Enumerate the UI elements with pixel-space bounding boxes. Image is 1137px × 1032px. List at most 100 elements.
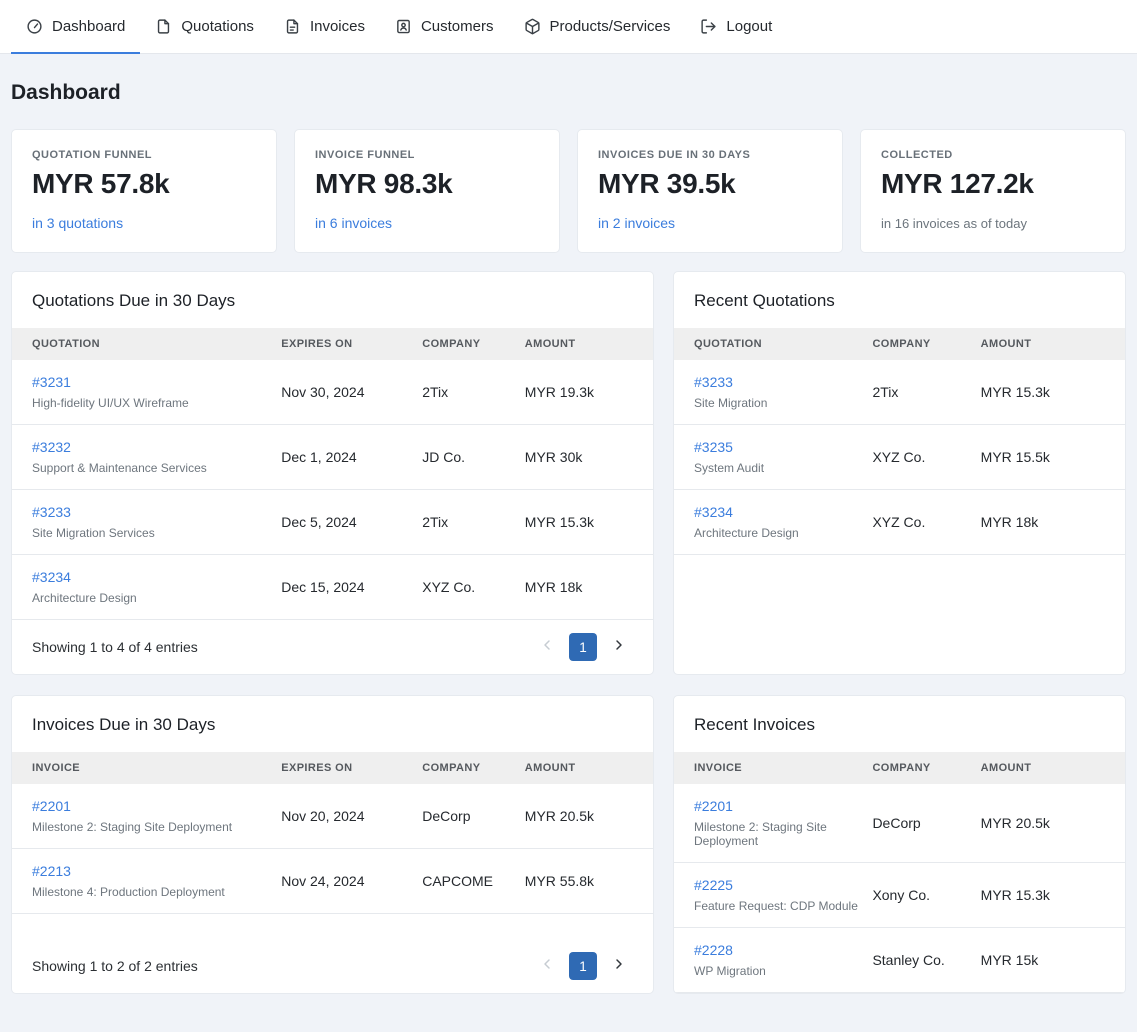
quotation-cell: #3234 Architecture Design <box>12 554 282 620</box>
pagination: 1 <box>533 952 633 980</box>
quotation-link[interactable]: #3231 <box>32 374 71 390</box>
expires-cell: Nov 24, 2024 <box>281 848 423 914</box>
table-row: #3231 High-fidelity UI/UX Wireframe Nov … <box>12 360 653 425</box>
company-cell: XYZ Co. <box>872 424 981 490</box>
quotation-link[interactable]: #3234 <box>694 504 733 520</box>
table-row: #2225 Feature Request: CDP Module Xony C… <box>674 862 1125 928</box>
stat-sublink[interactable]: in 3 quotations <box>32 215 123 231</box>
quotation-description: System Audit <box>694 461 765 475</box>
invoice-file-icon <box>284 18 301 35</box>
quotation-link[interactable]: #3234 <box>32 569 71 585</box>
pagination-prev-button[interactable] <box>533 952 561 980</box>
quotation-link[interactable]: #3232 <box>32 439 71 455</box>
quotation-link[interactable]: #3233 <box>32 504 71 520</box>
table-row: #3233 Site Migration 2Tix MYR 15.3k <box>674 360 1125 425</box>
invoices-due-table: INVOICE EXPIRES ON COMPANY AMOUNT #2201 … <box>12 752 653 914</box>
nav-item-dashboard[interactable]: Dashboard <box>11 0 141 54</box>
stat-sublink[interactable]: in 2 invoices <box>598 215 675 231</box>
quotation-description: Architecture Design <box>694 526 799 540</box>
column-header-invoice: INVOICE <box>12 752 282 784</box>
column-header-company: COMPANY <box>872 328 981 360</box>
quotation-description: High-fidelity UI/UX Wireframe <box>32 396 189 410</box>
invoice-cell: #2201 Milestone 2: Staging Site Deployme… <box>12 784 282 849</box>
expires-cell: Dec 5, 2024 <box>281 489 423 555</box>
quotation-link[interactable]: #3233 <box>694 374 733 390</box>
table-row: #3235 System Audit XYZ Co. MYR 15.5k <box>674 424 1125 490</box>
stats-row: QUOTATION FUNNEL MYR 57.8k in 3 quotatio… <box>11 129 1126 253</box>
amount-cell: MYR 20.5k <box>524 784 653 849</box>
nav-item-label: Products/Services <box>549 18 671 35</box>
pagination-page-1[interactable]: 1 <box>569 952 597 980</box>
card-title: Recent Invoices <box>694 715 815 734</box>
entries-summary: Showing 1 to 4 of 4 entries <box>32 639 198 655</box>
column-header-quotation: QUOTATION <box>12 328 282 360</box>
chevron-right-icon <box>611 637 627 658</box>
company-cell: 2Tix <box>872 360 981 425</box>
stat-sublink[interactable]: in 6 invoices <box>315 215 392 231</box>
table-footer: Showing 1 to 4 of 4 entries 1 <box>12 620 653 674</box>
stat-label: QUOTATION FUNNEL <box>32 149 153 161</box>
nav-item-customers[interactable]: Customers <box>380 0 509 53</box>
stat-label: INVOICE FUNNEL <box>315 149 415 161</box>
nav-item-label: Logout <box>726 18 773 35</box>
chevron-left-icon <box>539 637 555 658</box>
column-header-amount: AMOUNT <box>524 752 653 784</box>
pagination-prev-button[interactable] <box>533 633 561 661</box>
stat-label: INVOICES DUE IN 30 DAYS <box>598 149 751 161</box>
stat-value: MYR 98.3k <box>315 168 453 199</box>
customers-badge-icon <box>395 18 412 35</box>
stat-subtext: in 16 invoices as of today <box>881 216 1027 231</box>
expires-cell: Nov 30, 2024 <box>281 360 423 425</box>
card-title: Quotations Due in 30 Days <box>32 291 236 310</box>
pagination-next-button[interactable] <box>605 952 633 980</box>
nav-item-quotations[interactable]: Quotations <box>140 0 269 53</box>
invoice-link[interactable]: #2201 <box>694 798 733 814</box>
tables-row-quotations: Quotations Due in 30 Days QUOTATION EXPI… <box>11 271 1126 675</box>
quotation-cell: #3232 Support & Maintenance Services <box>12 424 282 490</box>
column-header-quotation: QUOTATION <box>674 328 873 360</box>
pagination: 1 <box>533 633 633 661</box>
table-footer: Showing 1 to 2 of 2 entries 1 <box>12 939 653 993</box>
quotation-link[interactable]: #3235 <box>694 439 733 455</box>
quotation-description: Support & Maintenance Services <box>32 461 207 475</box>
nav-item-logout[interactable]: Logout <box>685 0 787 53</box>
recent-invoices-table: INVOICE COMPANY AMOUNT #2201 Milestone 2… <box>674 752 1125 993</box>
table-header-row: INVOICE COMPANY AMOUNT <box>674 752 1125 784</box>
column-header-amount: AMOUNT <box>980 328 1125 360</box>
invoice-cell: #2213 Milestone 4: Production Deployment <box>12 848 282 914</box>
pagination-next-button[interactable] <box>605 633 633 661</box>
table-row: #2228 WP Migration Stanley Co. MYR 15k <box>674 927 1125 993</box>
quotation-cell: #3235 System Audit <box>674 424 873 490</box>
quotation-cell: #3231 High-fidelity UI/UX Wireframe <box>12 360 282 425</box>
amount-cell: MYR 19.3k <box>524 360 653 425</box>
nav-item-products-services[interactable]: Products/Services <box>509 0 686 53</box>
invoice-description: WP Migration <box>694 964 766 978</box>
invoice-cell: #2225 Feature Request: CDP Module <box>674 862 873 928</box>
invoice-description: Milestone 4: Production Deployment <box>32 885 225 899</box>
stat-value: MYR 39.5k <box>598 168 736 199</box>
logout-icon <box>700 18 717 35</box>
pagination-page-1[interactable]: 1 <box>569 633 597 661</box>
table-row: #2201 Milestone 2: Staging Site Deployme… <box>674 784 1125 863</box>
invoice-link[interactable]: #2228 <box>694 942 733 958</box>
stat-card-invoice-funnel: INVOICE FUNNEL MYR 98.3k in 6 invoices <box>294 129 560 253</box>
quotation-description: Site Migration Services <box>32 526 155 540</box>
recent-quotations-card: Recent Quotations QUOTATION COMPANY AMOU… <box>673 271 1126 675</box>
column-header-company: COMPANY <box>422 752 525 784</box>
invoice-description: Milestone 2: Staging Site Deployment <box>694 820 827 848</box>
nav-item-invoices[interactable]: Invoices <box>269 0 380 53</box>
company-cell: 2Tix <box>422 489 525 555</box>
products-box-icon <box>524 18 541 35</box>
dashboard-gauge-icon <box>26 18 43 35</box>
invoice-description: Milestone 2: Staging Site Deployment <box>32 820 233 834</box>
amount-cell: MYR 15.3k <box>980 360 1125 425</box>
quotation-file-icon <box>155 18 172 35</box>
chevron-right-icon <box>611 956 627 977</box>
invoice-link[interactable]: #2213 <box>32 863 71 879</box>
invoice-cell: #2201 Milestone 2: Staging Site Deployme… <box>674 784 873 863</box>
amount-cell: MYR 15k <box>980 927 1125 993</box>
invoice-link[interactable]: #2201 <box>32 798 71 814</box>
invoice-link[interactable]: #2225 <box>694 877 733 893</box>
column-header-expires-on: EXPIRES ON <box>281 328 423 360</box>
quotation-description: Architecture Design <box>32 591 137 605</box>
